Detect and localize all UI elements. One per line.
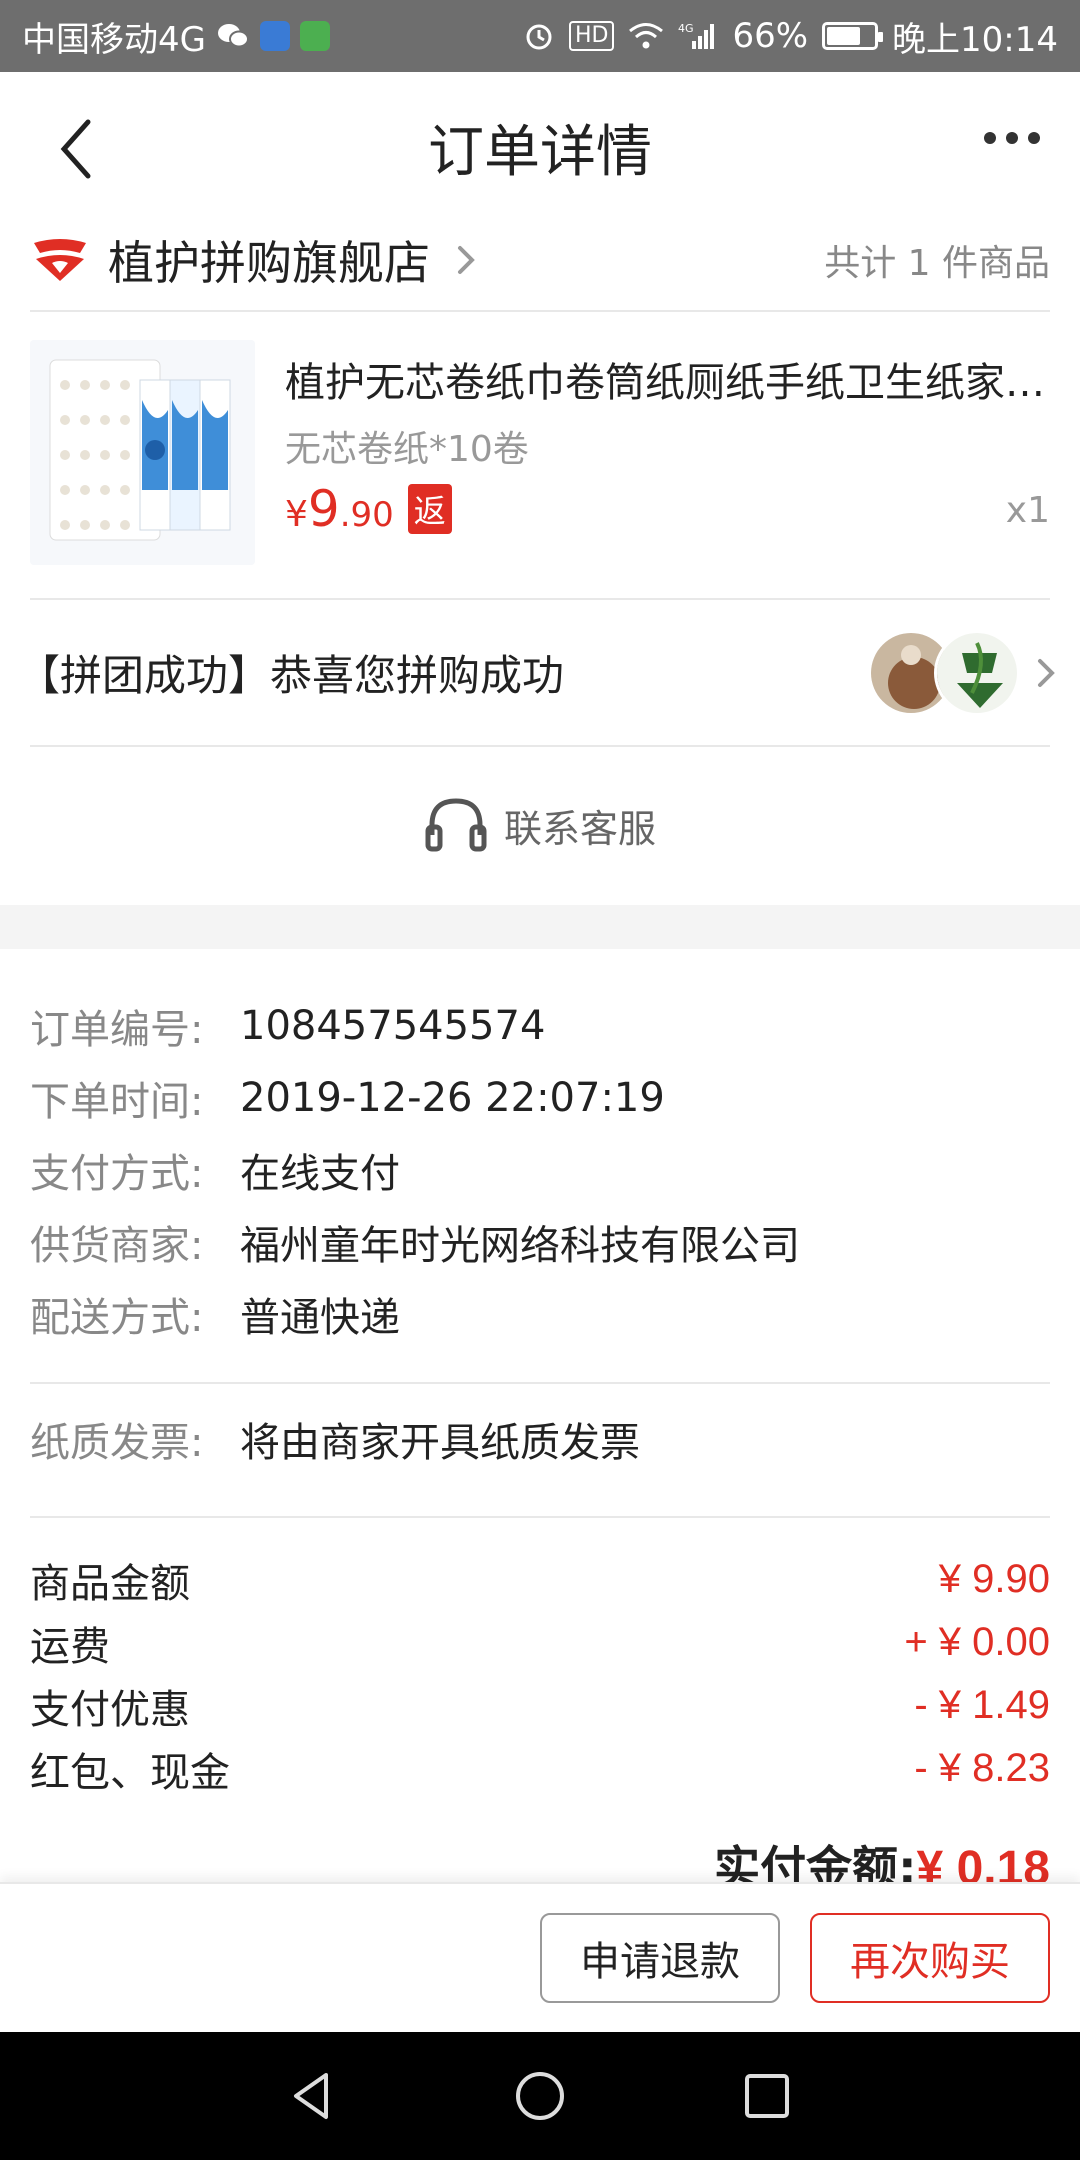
status-bar: 中国移动4G HD 4G 66% 晚上10:14	[0, 0, 1080, 72]
amount-label: 支付优惠	[30, 1686, 190, 1733]
product-title[interactable]: 植护无芯卷纸巾卷筒纸厕纸手纸卫生纸家用实惠装	[285, 350, 1045, 408]
more-menu-icon[interactable]	[984, 132, 1040, 144]
info-row-supplier: 供货商家: 福州童年时光网络科技有限公司	[30, 1206, 1050, 1278]
store-logo-icon	[34, 239, 86, 281]
item-count: 共计 1 件商品	[824, 243, 1050, 284]
wechat-icon	[216, 21, 250, 51]
delivery-method: 普通快递	[240, 1295, 400, 1341]
amount-value: - ¥ 8.23	[914, 1746, 1050, 1790]
system-nav-bar	[0, 2032, 1080, 2160]
info-row-delivery-method: 配送方式: 普通快递	[30, 1278, 1050, 1350]
product-quantity: x1	[1005, 490, 1050, 531]
info-label: 下单时间:	[30, 1079, 204, 1125]
divider	[30, 1382, 1050, 1384]
invoice-value: 将由商家开具纸质发票	[240, 1420, 640, 1466]
svg-text:4G: 4G	[678, 22, 694, 35]
group-buy-status-row[interactable]: 【拼团成功】恭喜您拼购成功	[0, 600, 1080, 745]
amount-row-shipping: 运费 + ¥ 0.00	[30, 1611, 1050, 1674]
store-name: 植护拼购旗舰店	[108, 236, 430, 290]
amount-label: 商品金额	[30, 1560, 190, 1607]
store-row[interactable]: 植护拼购旗舰店 共计 1 件商品	[0, 210, 1080, 310]
recents-square-icon[interactable]	[740, 2069, 794, 2123]
divider	[30, 310, 1050, 312]
page-title: 订单详情	[428, 119, 652, 185]
amount-row-goods: 商品金额 ¥ 9.90	[30, 1548, 1050, 1611]
price-decimal: .90	[339, 495, 394, 535]
bottom-action-bar: 申请退款 再次购买	[0, 1882, 1080, 2032]
price-integer: 9	[307, 480, 340, 538]
clock: 晚上10:14	[892, 19, 1058, 60]
order-time: 2019-12-26 22:07:19	[240, 1075, 665, 1121]
rebate-badge: 返	[407, 484, 452, 534]
chevron-left-icon	[60, 119, 91, 179]
product-price: ¥ 9 .90 返	[285, 480, 452, 538]
chevron-right-icon	[1038, 658, 1055, 687]
chevron-right-icon	[458, 246, 475, 274]
battery-icon	[822, 22, 884, 50]
request-refund-button[interactable]: 申请退款	[540, 1913, 780, 2003]
nav-bar: 订单详情	[0, 72, 1080, 222]
group-members	[868, 629, 1020, 716]
alarm-icon	[523, 20, 555, 52]
product-item[interactable]: 植护无芯卷纸巾卷筒纸厕纸手纸卫生纸家用实惠装 无芯卷纸*10卷 ¥ 9 .90 …	[30, 340, 1050, 570]
info-label: 供货商家:	[30, 1223, 204, 1269]
group-buy-status-text: 【拼团成功】恭喜您拼购成功	[18, 651, 565, 700]
buy-again-button[interactable]: 再次购买	[810, 1913, 1050, 2003]
price-currency: ¥	[285, 494, 308, 535]
amount-row-payment-discount: 支付优惠 - ¥ 1.49	[30, 1674, 1050, 1737]
info-row-payment-method: 支付方式: 在线支付	[30, 1134, 1050, 1206]
battery-percent: 66%	[732, 16, 809, 56]
info-row-order-time: 下单时间: 2019-12-26 22:07:19	[30, 1062, 1050, 1134]
order-info: 订单编号: 108457545574 下单时间: 2019-12-26 22:0…	[30, 990, 1050, 1350]
amount-breakdown: 商品金额 ¥ 9.90 运费 + ¥ 0.00 支付优惠 - ¥ 1.49 红包…	[30, 1548, 1050, 1800]
divider	[30, 1516, 1050, 1518]
info-row-order-number: 订单编号: 108457545574	[30, 990, 1050, 1062]
home-circle-icon[interactable]	[513, 2069, 567, 2123]
divider	[30, 745, 1050, 747]
info-row-invoice: 纸质发票: 将由商家开具纸质发票	[30, 1410, 1050, 1468]
signal-icon: 4G	[678, 21, 718, 51]
contact-label: 联系客服	[503, 806, 656, 851]
amount-row-redpacket-cash: 红包、现金 - ¥ 8.23	[30, 1737, 1050, 1800]
contact-customer-service-button[interactable]: 联系客服	[0, 750, 1080, 900]
payment-method: 在线支付	[240, 1151, 400, 1197]
supplier-name: 福州童年时光网络科技有限公司	[240, 1223, 800, 1269]
headset-icon	[425, 798, 487, 852]
amount-label: 运费	[30, 1623, 110, 1670]
qutoutiao-app-icon	[299, 21, 330, 51]
shield-app-icon	[259, 21, 290, 51]
amount-value: ¥ 9.90	[938, 1557, 1050, 1601]
product-thumbnail[interactable]	[30, 340, 255, 565]
wifi-icon	[628, 22, 664, 50]
amount-value: + ¥ 0.00	[904, 1620, 1050, 1664]
info-label: 配送方式:	[30, 1295, 204, 1341]
back-button[interactable]	[50, 114, 110, 184]
info-label: 支付方式:	[30, 1151, 204, 1197]
carrier-label: 中国移动4G	[22, 19, 206, 60]
amount-value: - ¥ 1.49	[914, 1683, 1050, 1727]
info-label: 纸质发票:	[30, 1420, 204, 1466]
back-triangle-icon[interactable]	[286, 2069, 340, 2123]
product-spec: 无芯卷纸*10卷	[285, 429, 529, 470]
info-label: 订单编号:	[30, 1007, 204, 1053]
hd-icon: HD	[568, 21, 615, 51]
avatar	[934, 629, 1020, 716]
order-number: 108457545574	[240, 1003, 546, 1049]
section-gap	[0, 905, 1080, 949]
amount-label: 红包、现金	[30, 1749, 230, 1796]
